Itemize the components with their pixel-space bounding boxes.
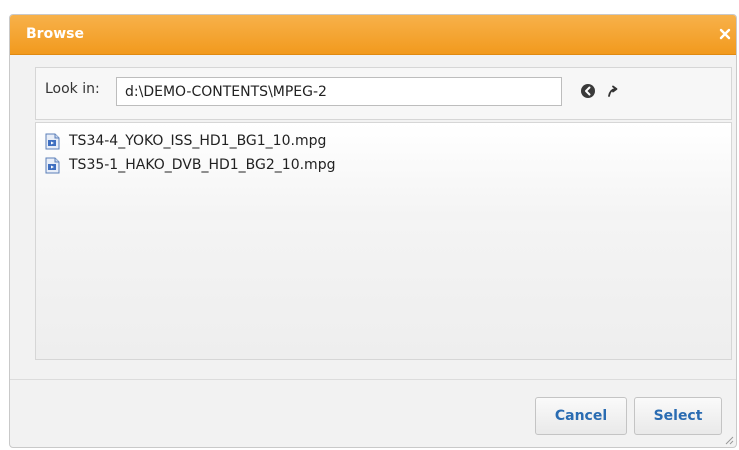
path-input[interactable] bbox=[116, 77, 562, 106]
file-name: TS34-4_YOKO_ISS_HD1_BG1_10.mpg bbox=[69, 133, 327, 149]
close-icon[interactable] bbox=[717, 26, 733, 42]
select-button[interactable]: Select bbox=[634, 397, 722, 435]
file-list[interactable]: TS34-4_YOKO_ISS_HD1_BG1_10.mpg TS35-1_HA… bbox=[35, 122, 732, 360]
dialog-title: Browse bbox=[26, 26, 84, 42]
list-item[interactable]: TS34-4_YOKO_ISS_HD1_BG1_10.mpg bbox=[45, 130, 326, 152]
video-file-icon bbox=[45, 133, 60, 149]
dialog-titlebar[interactable]: Browse bbox=[10, 15, 736, 55]
up-folder-arrow-icon[interactable] bbox=[605, 83, 621, 99]
file-name: TS35-1_HAKO_DVB_HD1_BG2_10.mpg bbox=[69, 157, 336, 173]
look-in-label: Look in: bbox=[45, 81, 100, 97]
back-circle-icon[interactable] bbox=[580, 83, 596, 99]
footer-divider bbox=[10, 379, 736, 380]
browse-dialog: Browse Look in: TS34-4_YOKO_ISS_HD1_BG1_… bbox=[9, 14, 737, 448]
look-in-bar: Look in: bbox=[35, 67, 732, 120]
resize-grip-icon[interactable] bbox=[724, 435, 734, 445]
cancel-button[interactable]: Cancel bbox=[535, 397, 627, 435]
list-item[interactable]: TS35-1_HAKO_DVB_HD1_BG2_10.mpg bbox=[45, 154, 335, 176]
video-file-icon bbox=[45, 157, 60, 173]
